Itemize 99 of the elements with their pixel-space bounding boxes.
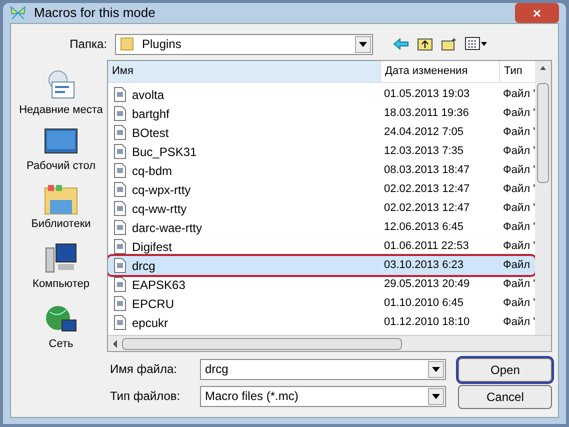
file-date: 03.10.2013 6:23 (383, 258, 465, 274)
view-menu-icon[interactable] (465, 37, 487, 51)
file-type: Файл ' (502, 201, 536, 216)
file-icon (114, 239, 126, 254)
file-row[interactable]: EAPSK63 29.05.2013 20:49 Файл ' (108, 275, 536, 294)
place-label: Недавние места (19, 103, 103, 118)
close-button[interactable]: × (515, 3, 559, 23)
file-date: 02.02.2013 12:47 (383, 182, 471, 198)
file-row[interactable]: cq-bdm 08.03.2013 18:47 Файл ' (108, 161, 536, 180)
filename-label: Имя файла: (109, 361, 178, 378)
file-row[interactable]: BOtest 24.04.2012 7:05 Файл ' (108, 123, 536, 142)
folder-label: Папка: (68, 36, 107, 53)
dialog-button[interactable]: Cancel (458, 385, 552, 409)
file-type: Файл ' (502, 182, 536, 198)
file-name: bartghf (132, 106, 170, 122)
file-type: Файл ' (502, 220, 536, 236)
file-name: Digifest (132, 238, 172, 256)
file-name: cq-wpx-rtty (132, 182, 191, 198)
folder-icon (120, 37, 134, 51)
file-date: 29.05.2013 20:49 (383, 277, 471, 292)
file-date: 01.10.2010 6:45 (383, 296, 465, 312)
file-date: 12.06.2013 6:45 (383, 220, 465, 236)
file-type: Файл ' (502, 239, 536, 254)
file-name: darc-wae-rtty (132, 220, 202, 236)
new-folder-icon[interactable] (441, 37, 457, 51)
file-icon (114, 258, 126, 273)
file-name: avolta (132, 86, 164, 104)
up-folder-icon[interactable] (417, 37, 433, 51)
file-row[interactable]: darc-wae-rtty 12.06.2013 6:45 Файл ' (108, 218, 536, 237)
file-date: 08.03.2013 18:47 (383, 163, 471, 178)
file-icon (114, 144, 126, 159)
file-row[interactable]: epcukr 01.12.2010 18:10 Файл ' (108, 313, 536, 332)
butterfly-icon (10, 5, 26, 21)
file-icon (114, 296, 126, 311)
folder-dropdown[interactable]: Plugins (115, 34, 373, 54)
field-value: drcg (205, 361, 230, 378)
file-name: cq-ww-rtty (132, 200, 187, 218)
file-type: Файл ' (502, 296, 536, 312)
file-icon (114, 315, 126, 330)
file-name: epcukr (132, 314, 168, 332)
folder-icon (44, 184, 78, 216)
file-date: 01.12.2010 18:10 (383, 315, 471, 330)
file-name: cq-bdm (132, 162, 172, 180)
file-name: Buc_PSK31 (132, 144, 197, 160)
sidebar-place[interactable]: Сеть (19, 302, 103, 352)
file-name: EPCRU (132, 296, 174, 312)
file-name: BOtest (132, 124, 169, 142)
file-date: 02.02.2013 12:47 (383, 201, 471, 216)
file-type: Файл ' (502, 106, 536, 122)
file-row[interactable]: cq-wpx-rtty 02.02.2013 12:47 Файл ' (108, 180, 536, 199)
column-header[interactable]: Дата изменения (380, 61, 499, 82)
file-row[interactable]: Buc_PSK31 12.03.2013 7:35 Файл ' (108, 142, 536, 161)
filetype-dropdown[interactable]: Macro files (*.mc) (200, 386, 446, 406)
horizontal-scrollbar[interactable] (108, 335, 552, 351)
field-value: Macro files (*.mc) (205, 388, 300, 405)
file-type: Файл ' (502, 315, 536, 330)
file-row[interactable]: avolta 01.05.2013 19:03 Файл ' (108, 85, 536, 104)
place-label: Компьютер (32, 277, 90, 292)
file-icon (114, 201, 126, 216)
filetype-label: Тип файлов: (109, 388, 182, 405)
file-type: Файл ' (502, 125, 536, 140)
sidebar-place[interactable]: Рабочий стол (19, 128, 103, 174)
file-type: Файл ' (502, 87, 536, 102)
sidebar-place[interactable]: Компьютер (19, 242, 103, 292)
file-type: Файл ' (502, 277, 536, 292)
file-name: EAPSK63 (132, 276, 186, 294)
window-title: Macros for this mode (34, 4, 156, 22)
file-row[interactable]: cq-ww-rtty 02.02.2013 12:47 Файл ' (108, 199, 536, 218)
file-icon (114, 87, 126, 102)
column-header[interactable]: Имя (108, 61, 380, 82)
file-row[interactable]: drcg 03.10.2013 6:23 Файл (108, 256, 536, 275)
place-label: Рабочий стол (25, 159, 97, 174)
file-type: Файл ' (502, 144, 536, 160)
file-name: drcg (132, 258, 156, 274)
file-icon (114, 106, 126, 121)
field-value: Plugins (142, 36, 182, 53)
file-type: Файл (502, 258, 530, 274)
file-icon (114, 125, 126, 140)
file-icon (114, 277, 126, 292)
file-date: 24.04.2012 7:05 (383, 125, 465, 140)
place-label: Сеть (48, 337, 74, 352)
file-date: 01.05.2013 19:03 (383, 87, 471, 102)
file-icon (114, 163, 126, 178)
file-row[interactable]: EPCRU 01.10.2010 6:45 Файл ' (108, 294, 536, 313)
file-icon (114, 220, 126, 235)
sidebar-place[interactable]: Библиотеки (19, 184, 103, 232)
file-date: 01.06.2011 22:53 (383, 239, 470, 254)
file-date: 12.03.2013 7:35 (383, 144, 465, 160)
file-row[interactable]: Digifest 01.06.2011 22:53 Файл ' (108, 237, 536, 256)
file-type: Файл ' (502, 163, 536, 178)
file-icon (114, 182, 126, 197)
filename-field[interactable]: drcg (200, 358, 446, 380)
place-label: Библиотеки (30, 217, 92, 232)
dialog-button[interactable]: Open (458, 358, 552, 382)
sidebar-place[interactable]: Недавние места (19, 68, 103, 118)
back-arrow-icon[interactable] (393, 38, 409, 50)
vertical-scrollbar[interactable] (535, 61, 552, 335)
file-row[interactable]: bartghf 18.03.2011 19:36 Файл ' (108, 104, 536, 123)
file-date: 18.03.2011 19:36 (383, 106, 470, 122)
